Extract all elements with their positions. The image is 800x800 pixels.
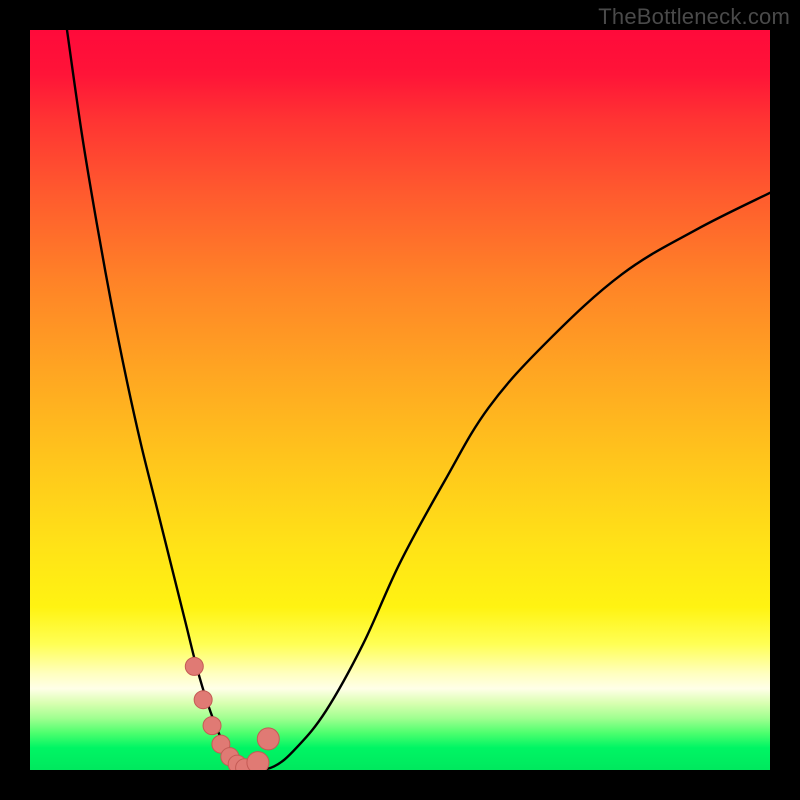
marker-dot — [185, 657, 203, 675]
marker-dot — [257, 728, 279, 750]
marker-dot — [247, 752, 269, 770]
marker-dot — [203, 717, 221, 735]
watermark-text: TheBottleneck.com — [598, 4, 790, 30]
bottleneck-curve — [67, 30, 770, 770]
plot-area — [30, 30, 770, 770]
marker-dot — [194, 691, 212, 709]
chart-frame: TheBottleneck.com — [0, 0, 800, 800]
chart-svg — [30, 30, 770, 770]
highlight-markers — [185, 657, 279, 770]
